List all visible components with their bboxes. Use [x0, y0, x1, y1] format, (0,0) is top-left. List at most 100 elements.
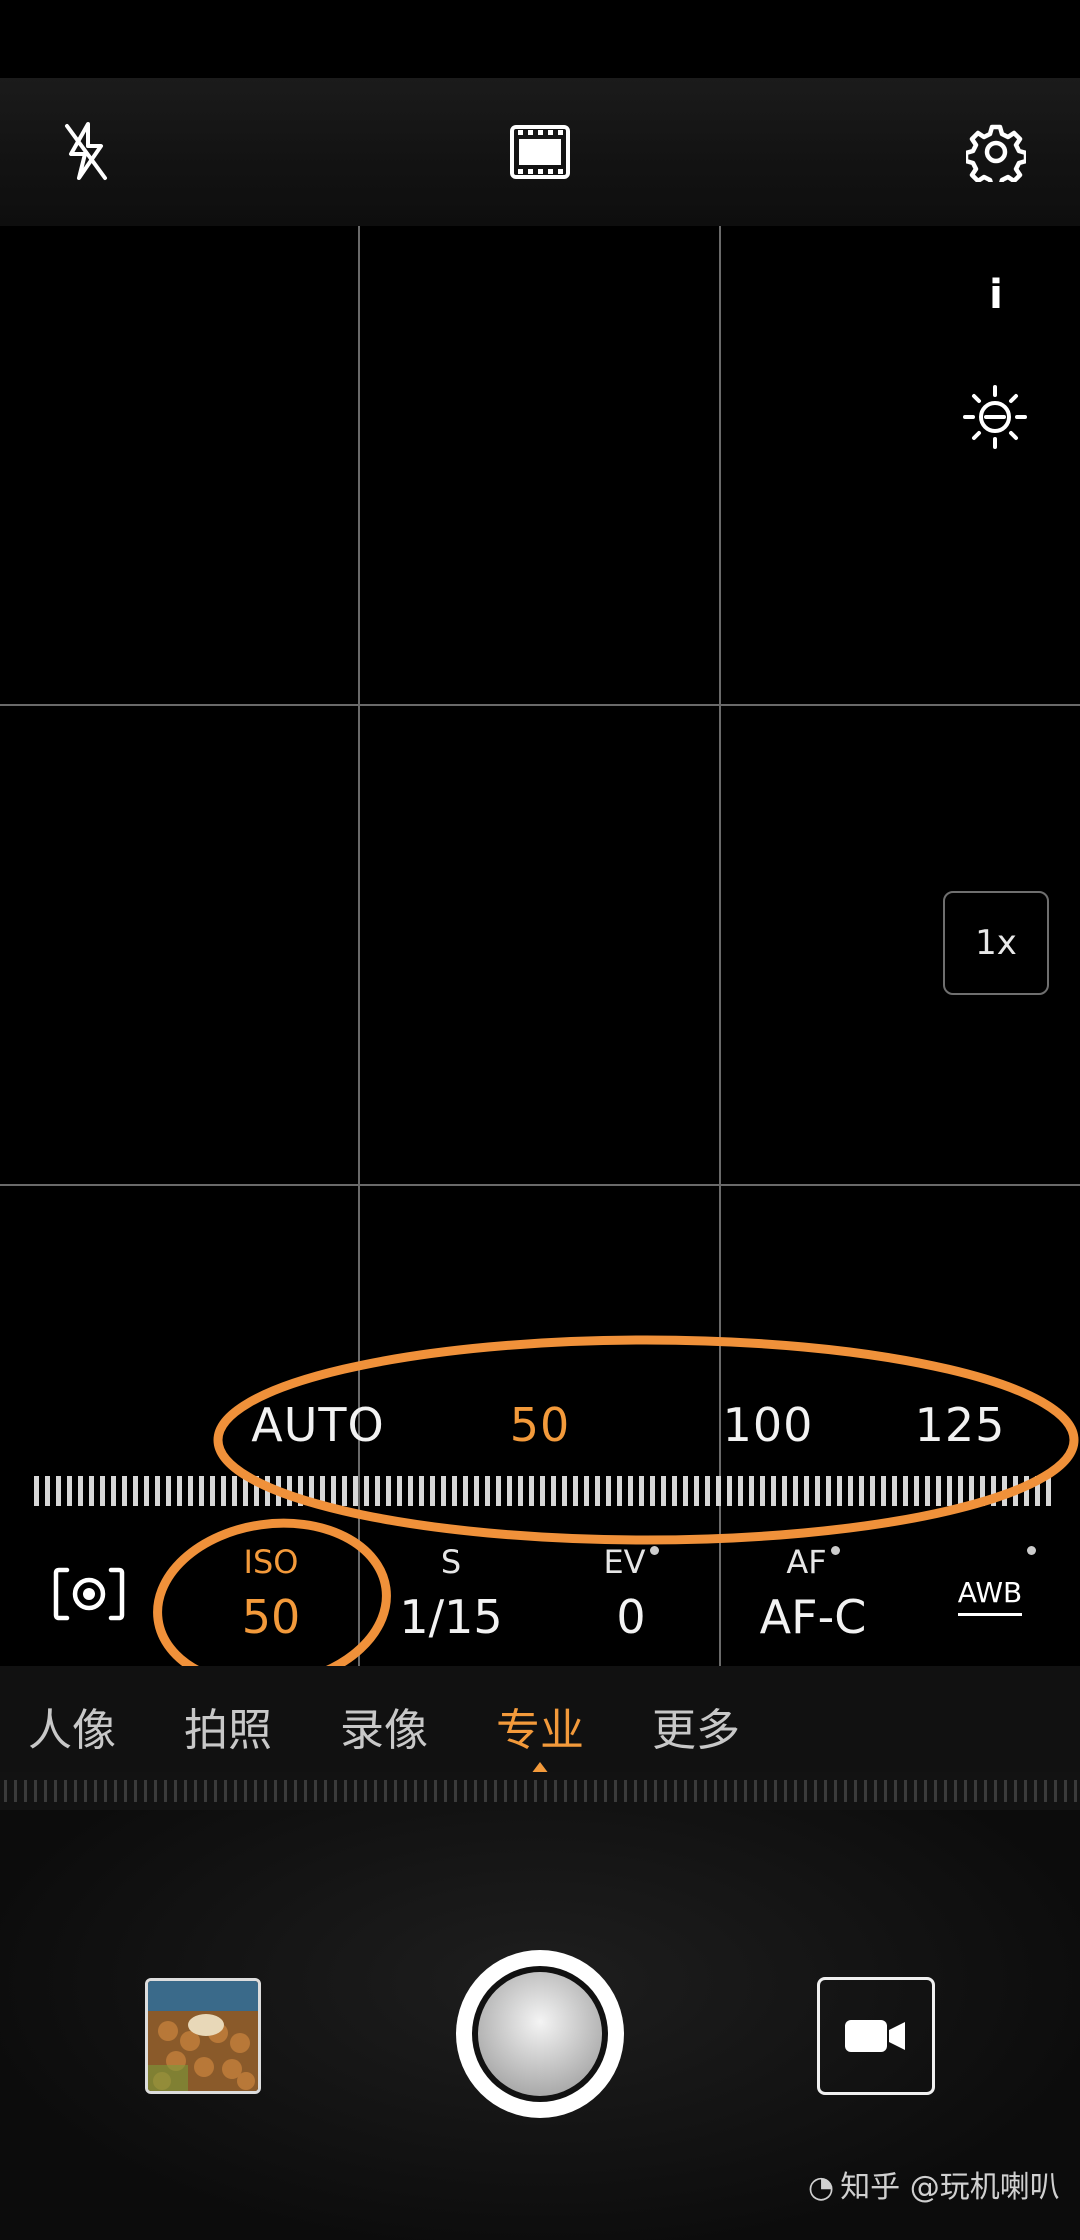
- mode-ruler-tick: [144, 1780, 147, 1802]
- video-camera-icon: [845, 2020, 905, 2052]
- mode-ruler-tick: [204, 1780, 207, 1802]
- mode-ruler-tick: [674, 1780, 677, 1802]
- mode-ruler-tick: [714, 1780, 717, 1802]
- mode-ruler-tick: [764, 1780, 767, 1802]
- mode-ruler-tick: [444, 1780, 447, 1802]
- ruler-tick: [177, 1476, 182, 1506]
- video-record-button[interactable]: [817, 1977, 935, 2095]
- mode-ruler-tick: [874, 1780, 877, 1802]
- mode-ruler-tick: [554, 1780, 557, 1802]
- ruler-tick: [45, 1476, 50, 1506]
- mode-photo[interactable]: 拍照: [184, 1694, 272, 1758]
- ruler-tick: [199, 1476, 204, 1506]
- mode-ruler-tick: [244, 1780, 247, 1802]
- mode-ruler-tick: [814, 1780, 817, 1802]
- ruler-tick: [133, 1476, 138, 1506]
- af-label-wrap: AF: [728, 1542, 898, 1582]
- mode-ruler-tick: [1004, 1780, 1007, 1802]
- mode-ruler-tick: [24, 1780, 27, 1802]
- ruler-tick: [56, 1476, 61, 1506]
- gallery-thumbnail[interactable]: [145, 1978, 261, 2094]
- mode-ruler-tick: [854, 1780, 857, 1802]
- mode-ruler-tick: [14, 1780, 17, 1802]
- mode-ruler-tick: [914, 1780, 917, 1802]
- zoom-button[interactable]: 1x: [943, 891, 1049, 995]
- mode-ruler-tick: [654, 1780, 657, 1802]
- ruler-tick: [122, 1476, 127, 1506]
- mode-pro[interactable]: 专业: [496, 1694, 584, 1758]
- watermark: ◔ 知乎 @玩机喇叭: [808, 2162, 1060, 2206]
- wb-param[interactable]: AWB: [910, 1546, 1070, 1616]
- gear-icon[interactable]: [964, 120, 1028, 184]
- mode-ruler-tick: [904, 1780, 907, 1802]
- mode-portrait[interactable]: 人像: [28, 1694, 116, 1758]
- mode-more[interactable]: 更多: [652, 1694, 740, 1758]
- mode-ruler-tick: [1064, 1780, 1067, 1802]
- mode-ruler-tick: [34, 1780, 37, 1802]
- mode-ruler-tick: [74, 1780, 77, 1802]
- mode-ruler-tick: [584, 1780, 587, 1802]
- brightness-icon[interactable]: [960, 382, 1030, 452]
- mode-ruler-tick: [974, 1780, 977, 1802]
- mode-ruler-tick: [644, 1780, 647, 1802]
- mode-ruler-tick: [64, 1780, 67, 1802]
- mode-ruler-tick: [114, 1780, 117, 1802]
- ruler-tick: [67, 1476, 72, 1506]
- mode-ruler-tick: [484, 1780, 487, 1802]
- mode-ruler: [0, 1772, 1080, 1810]
- mode-ruler-tick: [54, 1780, 57, 1802]
- mode-ruler-tick: [894, 1780, 897, 1802]
- mode-ruler-tick: [614, 1780, 617, 1802]
- mode-ruler-tick: [934, 1780, 937, 1802]
- flash-off-icon[interactable]: [54, 116, 118, 188]
- mode-ruler-tick: [994, 1780, 997, 1802]
- mode-ruler-tick: [424, 1780, 427, 1802]
- mode-ruler-tick: [514, 1780, 517, 1802]
- grid-line: [0, 1184, 1080, 1186]
- ruler-tick: [34, 1476, 39, 1506]
- mode-ruler-tick: [104, 1780, 107, 1802]
- ruler-tick: [144, 1476, 149, 1506]
- mode-ruler-tick: [1024, 1780, 1027, 1802]
- mode-ruler-tick: [744, 1780, 747, 1802]
- mode-ruler-tick: [684, 1780, 687, 1802]
- filmstrip-icon[interactable]: [508, 122, 572, 182]
- ruler-tick: [188, 1476, 193, 1506]
- mode-ruler-tick: [94, 1780, 97, 1802]
- info-button[interactable]: i: [980, 272, 1012, 318]
- mode-ruler-tick: [624, 1780, 627, 1802]
- ruler-tick: [155, 1476, 160, 1506]
- mode-ruler-tick: [294, 1780, 297, 1802]
- mode-video[interactable]: 录像: [340, 1694, 428, 1758]
- mode-ruler-tick: [984, 1780, 987, 1802]
- wb-dot: [1027, 1546, 1037, 1555]
- mode-ruler-tick: [454, 1780, 457, 1802]
- wb-label-wrap: AWB: [957, 1546, 1037, 1616]
- mode-ruler-tick: [364, 1780, 367, 1802]
- mode-tabs: 人像 拍照 录像 专业 更多: [0, 1666, 1080, 1776]
- mode-ruler-tick: [464, 1780, 467, 1802]
- af-param[interactable]: AF AF-C: [728, 1542, 898, 1644]
- mode-ruler-tick: [4, 1780, 7, 1802]
- mode-ruler-tick: [494, 1780, 497, 1802]
- ruler-tick: [100, 1476, 105, 1506]
- mode-ruler-tick: [504, 1780, 507, 1802]
- shutter-button[interactable]: [456, 1950, 624, 2118]
- mode-ruler-tick: [954, 1780, 957, 1802]
- mode-ruler-tick: [834, 1780, 837, 1802]
- mode-ruler-tick: [214, 1780, 217, 1802]
- mode-ruler-tick: [1074, 1780, 1077, 1802]
- mode-ruler-tick: [404, 1780, 407, 1802]
- mode-ruler-tick: [844, 1780, 847, 1802]
- mode-ruler-tick: [124, 1780, 127, 1802]
- mode-ruler-tick: [394, 1780, 397, 1802]
- mode-ruler-tick: [414, 1780, 417, 1802]
- mode-ruler-tick: [534, 1780, 537, 1802]
- mode-ruler-tick: [924, 1780, 927, 1802]
- mode-ruler-tick: [264, 1780, 267, 1802]
- ev-param[interactable]: EV 0: [546, 1542, 716, 1644]
- ev-label-wrap: EV: [546, 1542, 716, 1582]
- mode-ruler-tick: [564, 1780, 567, 1802]
- mode-ruler-tick: [864, 1780, 867, 1802]
- metering-icon[interactable]: [52, 1564, 126, 1624]
